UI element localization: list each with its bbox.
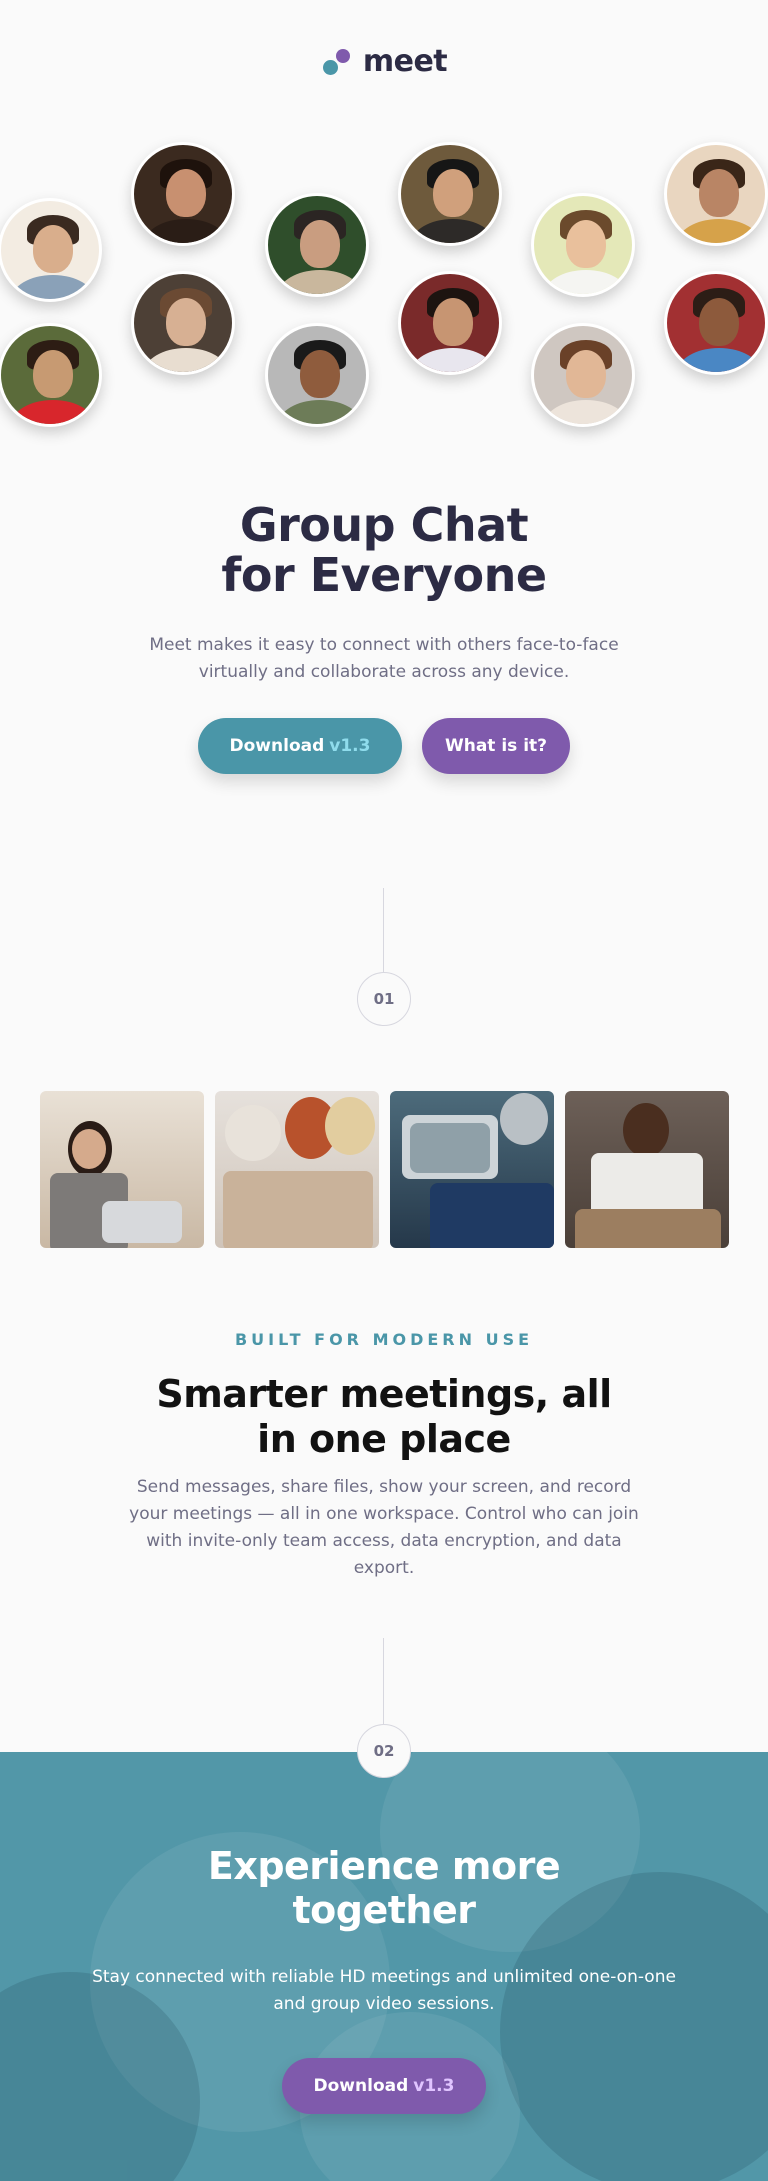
avatar xyxy=(131,142,235,246)
avatar xyxy=(531,323,635,427)
what-is-it-button[interactable]: What is it? xyxy=(422,718,570,774)
cta-text: Stay connected with reliable HD meetings… xyxy=(92,1967,676,2014)
cta-download-button[interactable]: Download v1.3 xyxy=(282,2058,486,2114)
photo-woman-laptop xyxy=(40,1091,204,1248)
download-label: Download xyxy=(229,736,325,756)
what-is-it-label: What is it? xyxy=(444,736,548,756)
avatar xyxy=(664,271,768,375)
cta-title: Experience more together xyxy=(207,1844,561,1932)
hero-subtitle: Meet makes it easy to connect with other… xyxy=(149,635,619,682)
features-text: Send messages, share files, show your sc… xyxy=(129,1477,639,1578)
divider-line xyxy=(383,1638,384,1724)
avatar xyxy=(398,142,502,246)
avatar xyxy=(0,198,102,302)
logo[interactable]: meet xyxy=(0,44,768,79)
avatar xyxy=(265,323,369,427)
photo-grid xyxy=(40,1091,729,1248)
logo-icon xyxy=(321,46,355,78)
features-eyebrow: BUILT FOR MODERN USE xyxy=(234,1330,534,1349)
divider-line xyxy=(383,888,384,972)
cta-download-label: Download xyxy=(313,2076,409,2096)
avatar-collage xyxy=(0,140,768,440)
cta-version-label: v1.3 xyxy=(413,2076,455,2096)
hero-title: Group Chat for Everyone xyxy=(221,498,547,602)
features-title: Smarter meetings, all in one place xyxy=(156,1372,612,1461)
step-number: 01 xyxy=(357,972,411,1026)
avatar xyxy=(398,271,502,375)
version-label: v1.3 xyxy=(329,736,371,756)
step-number: 02 xyxy=(357,1724,411,1778)
avatar xyxy=(664,142,768,246)
avatar xyxy=(0,323,102,427)
photo-man-videocall xyxy=(390,1091,554,1248)
avatar xyxy=(265,193,369,297)
cta-section: Experience more together Stay connected … xyxy=(0,1752,768,2181)
avatar xyxy=(531,193,635,297)
photo-man-phone xyxy=(565,1091,729,1248)
download-button[interactable]: Download v1.3 xyxy=(198,718,402,774)
logo-wordmark: meet xyxy=(362,44,448,79)
photo-women-phone xyxy=(215,1091,379,1248)
avatar xyxy=(131,271,235,375)
